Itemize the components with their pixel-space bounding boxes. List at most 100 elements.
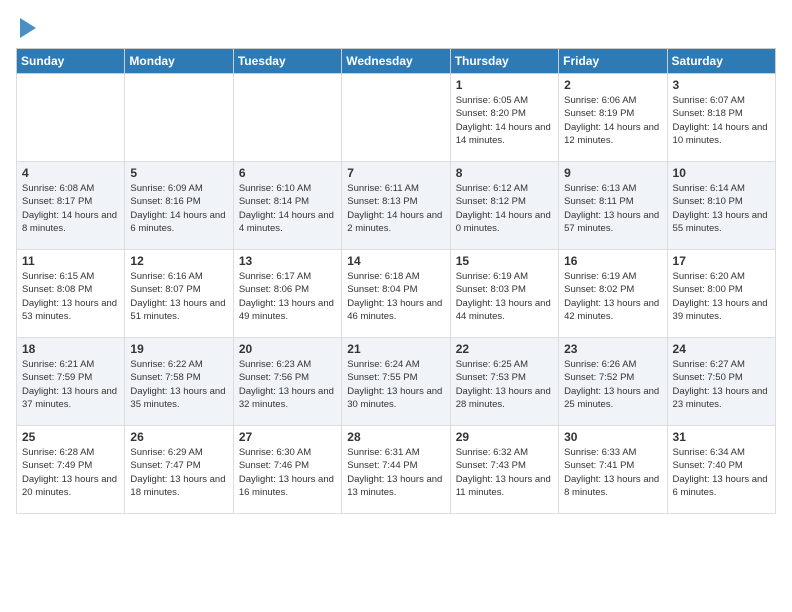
day-info: Sunrise: 6:21 AM Sunset: 7:59 PM Dayligh… <box>22 358 119 411</box>
day-number: 21 <box>347 342 444 356</box>
day-info: Sunrise: 6:10 AM Sunset: 8:14 PM Dayligh… <box>239 182 336 235</box>
calendar-cell <box>342 74 450 162</box>
day-number: 9 <box>564 166 661 180</box>
calendar-cell: 21 Sunrise: 6:24 AM Sunset: 7:55 PM Dayli… <box>342 338 450 426</box>
calendar-cell: 6 Sunrise: 6:10 AM Sunset: 8:14 PM Daylig… <box>233 162 341 250</box>
day-info: Sunrise: 6:27 AM Sunset: 7:50 PM Dayligh… <box>673 358 770 411</box>
header-tuesday: Tuesday <box>233 49 341 74</box>
calendar-cell: 2 Sunrise: 6:06 AM Sunset: 8:19 PM Daylig… <box>559 74 667 162</box>
day-info: Sunrise: 6:11 AM Sunset: 8:13 PM Dayligh… <box>347 182 444 235</box>
calendar-cell: 5 Sunrise: 6:09 AM Sunset: 8:16 PM Daylig… <box>125 162 233 250</box>
day-number: 11 <box>22 254 119 268</box>
day-info: Sunrise: 6:31 AM Sunset: 7:44 PM Dayligh… <box>347 446 444 499</box>
day-number: 30 <box>564 430 661 444</box>
calendar-cell: 8 Sunrise: 6:12 AM Sunset: 8:12 PM Daylig… <box>450 162 558 250</box>
header-wednesday: Wednesday <box>342 49 450 74</box>
calendar-cell: 22 Sunrise: 6:25 AM Sunset: 7:53 PM Dayli… <box>450 338 558 426</box>
day-number: 8 <box>456 166 553 180</box>
calendar-cell <box>233 74 341 162</box>
calendar-week-2: 4 Sunrise: 6:08 AM Sunset: 8:17 PM Daylig… <box>17 162 776 250</box>
calendar-week-1: 1 Sunrise: 6:05 AM Sunset: 8:20 PM Daylig… <box>17 74 776 162</box>
day-number: 20 <box>239 342 336 356</box>
calendar-cell: 3 Sunrise: 6:07 AM Sunset: 8:18 PM Daylig… <box>667 74 775 162</box>
calendar-cell: 18 Sunrise: 6:21 AM Sunset: 7:59 PM Dayli… <box>17 338 125 426</box>
day-info: Sunrise: 6:23 AM Sunset: 7:56 PM Dayligh… <box>239 358 336 411</box>
day-info: Sunrise: 6:14 AM Sunset: 8:10 PM Dayligh… <box>673 182 770 235</box>
day-info: Sunrise: 6:13 AM Sunset: 8:11 PM Dayligh… <box>564 182 661 235</box>
day-number: 13 <box>239 254 336 268</box>
calendar-cell: 26 Sunrise: 6:29 AM Sunset: 7:47 PM Dayli… <box>125 426 233 514</box>
day-number: 16 <box>564 254 661 268</box>
day-info: Sunrise: 6:15 AM Sunset: 8:08 PM Dayligh… <box>22 270 119 323</box>
calendar-cell: 4 Sunrise: 6:08 AM Sunset: 8:17 PM Daylig… <box>17 162 125 250</box>
calendar-cell: 28 Sunrise: 6:31 AM Sunset: 7:44 PM Dayli… <box>342 426 450 514</box>
day-number: 6 <box>239 166 336 180</box>
day-number: 3 <box>673 78 770 92</box>
calendar-week-5: 25 Sunrise: 6:28 AM Sunset: 7:49 PM Dayli… <box>17 426 776 514</box>
day-info: Sunrise: 6:19 AM Sunset: 8:03 PM Dayligh… <box>456 270 553 323</box>
calendar-cell <box>125 74 233 162</box>
header-monday: Monday <box>125 49 233 74</box>
day-info: Sunrise: 6:22 AM Sunset: 7:58 PM Dayligh… <box>130 358 227 411</box>
day-number: 24 <box>673 342 770 356</box>
day-info: Sunrise: 6:08 AM Sunset: 8:17 PM Dayligh… <box>22 182 119 235</box>
day-number: 15 <box>456 254 553 268</box>
calendar-cell: 7Sunrise: 6:11 AM Sunset: 8:13 PM Daylig… <box>342 162 450 250</box>
day-number: 4 <box>22 166 119 180</box>
calendar-cell: 12 Sunrise: 6:16 AM Sunset: 8:07 PM Dayli… <box>125 250 233 338</box>
day-number: 1 <box>456 78 553 92</box>
day-number: 12 <box>130 254 227 268</box>
day-number: 18 <box>22 342 119 356</box>
calendar-header-row: SundayMondayTuesdayWednesdayThursdayFrid… <box>17 49 776 74</box>
calendar-cell: 17Sunrise: 6:20 AM Sunset: 8:00 PM Dayli… <box>667 250 775 338</box>
day-info: Sunrise: 6:29 AM Sunset: 7:47 PM Dayligh… <box>130 446 227 499</box>
calendar-cell: 27 Sunrise: 6:30 AM Sunset: 7:46 PM Dayli… <box>233 426 341 514</box>
day-info: Sunrise: 6:28 AM Sunset: 7:49 PM Dayligh… <box>22 446 119 499</box>
day-info: Sunrise: 6:33 AM Sunset: 7:41 PM Dayligh… <box>564 446 661 499</box>
calendar-cell: 20 Sunrise: 6:23 AM Sunset: 7:56 PM Dayli… <box>233 338 341 426</box>
day-number: 22 <box>456 342 553 356</box>
calendar-cell <box>17 74 125 162</box>
calendar-cell: 23Sunrise: 6:26 AM Sunset: 7:52 PM Dayli… <box>559 338 667 426</box>
day-info: Sunrise: 6:07 AM Sunset: 8:18 PM Dayligh… <box>673 94 770 147</box>
logo-arrow-icon <box>20 18 36 38</box>
day-number: 25 <box>22 430 119 444</box>
day-number: 2 <box>564 78 661 92</box>
day-info: Sunrise: 6:05 AM Sunset: 8:20 PM Dayligh… <box>456 94 553 147</box>
day-number: 23 <box>564 342 661 356</box>
day-number: 10 <box>673 166 770 180</box>
day-info: Sunrise: 6:12 AM Sunset: 8:12 PM Dayligh… <box>456 182 553 235</box>
calendar-cell: 9 Sunrise: 6:13 AM Sunset: 8:11 PM Daylig… <box>559 162 667 250</box>
day-info: Sunrise: 6:09 AM Sunset: 8:16 PM Dayligh… <box>130 182 227 235</box>
calendar-cell: 10 Sunrise: 6:14 AM Sunset: 8:10 PM Dayli… <box>667 162 775 250</box>
day-info: Sunrise: 6:16 AM Sunset: 8:07 PM Dayligh… <box>130 270 227 323</box>
header-sunday: Sunday <box>17 49 125 74</box>
calendar-cell: 14Sunrise: 6:18 AM Sunset: 8:04 PM Dayli… <box>342 250 450 338</box>
day-number: 19 <box>130 342 227 356</box>
day-info: Sunrise: 6:32 AM Sunset: 7:43 PM Dayligh… <box>456 446 553 499</box>
header-thursday: Thursday <box>450 49 558 74</box>
day-number: 17 <box>673 254 770 268</box>
calendar-cell: 16 Sunrise: 6:19 AM Sunset: 8:02 PM Dayli… <box>559 250 667 338</box>
calendar-table: SundayMondayTuesdayWednesdayThursdayFrid… <box>16 48 776 514</box>
calendar-cell: 13Sunrise: 6:17 AM Sunset: 8:06 PM Dayli… <box>233 250 341 338</box>
day-number: 29 <box>456 430 553 444</box>
calendar-cell: 11 Sunrise: 6:15 AM Sunset: 8:08 PM Dayli… <box>17 250 125 338</box>
day-number: 26 <box>130 430 227 444</box>
header-friday: Friday <box>559 49 667 74</box>
day-info: Sunrise: 6:19 AM Sunset: 8:02 PM Dayligh… <box>564 270 661 323</box>
day-number: 28 <box>347 430 444 444</box>
calendar-cell: 30 Sunrise: 6:33 AM Sunset: 7:41 PM Dayli… <box>559 426 667 514</box>
calendar-cell: 31 Sunrise: 6:34 AM Sunset: 7:40 PM Dayli… <box>667 426 775 514</box>
day-info: Sunrise: 6:24 AM Sunset: 7:55 PM Dayligh… <box>347 358 444 411</box>
day-number: 31 <box>673 430 770 444</box>
day-info: Sunrise: 6:30 AM Sunset: 7:46 PM Dayligh… <box>239 446 336 499</box>
day-number: 27 <box>239 430 336 444</box>
day-info: Sunrise: 6:25 AM Sunset: 7:53 PM Dayligh… <box>456 358 553 411</box>
calendar-cell: 1 Sunrise: 6:05 AM Sunset: 8:20 PM Daylig… <box>450 74 558 162</box>
day-info: Sunrise: 6:06 AM Sunset: 8:19 PM Dayligh… <box>564 94 661 147</box>
day-number: 5 <box>130 166 227 180</box>
day-info: Sunrise: 6:34 AM Sunset: 7:40 PM Dayligh… <box>673 446 770 499</box>
calendar-week-4: 18 Sunrise: 6:21 AM Sunset: 7:59 PM Dayli… <box>17 338 776 426</box>
calendar-cell: 29 Sunrise: 6:32 AM Sunset: 7:43 PM Dayli… <box>450 426 558 514</box>
